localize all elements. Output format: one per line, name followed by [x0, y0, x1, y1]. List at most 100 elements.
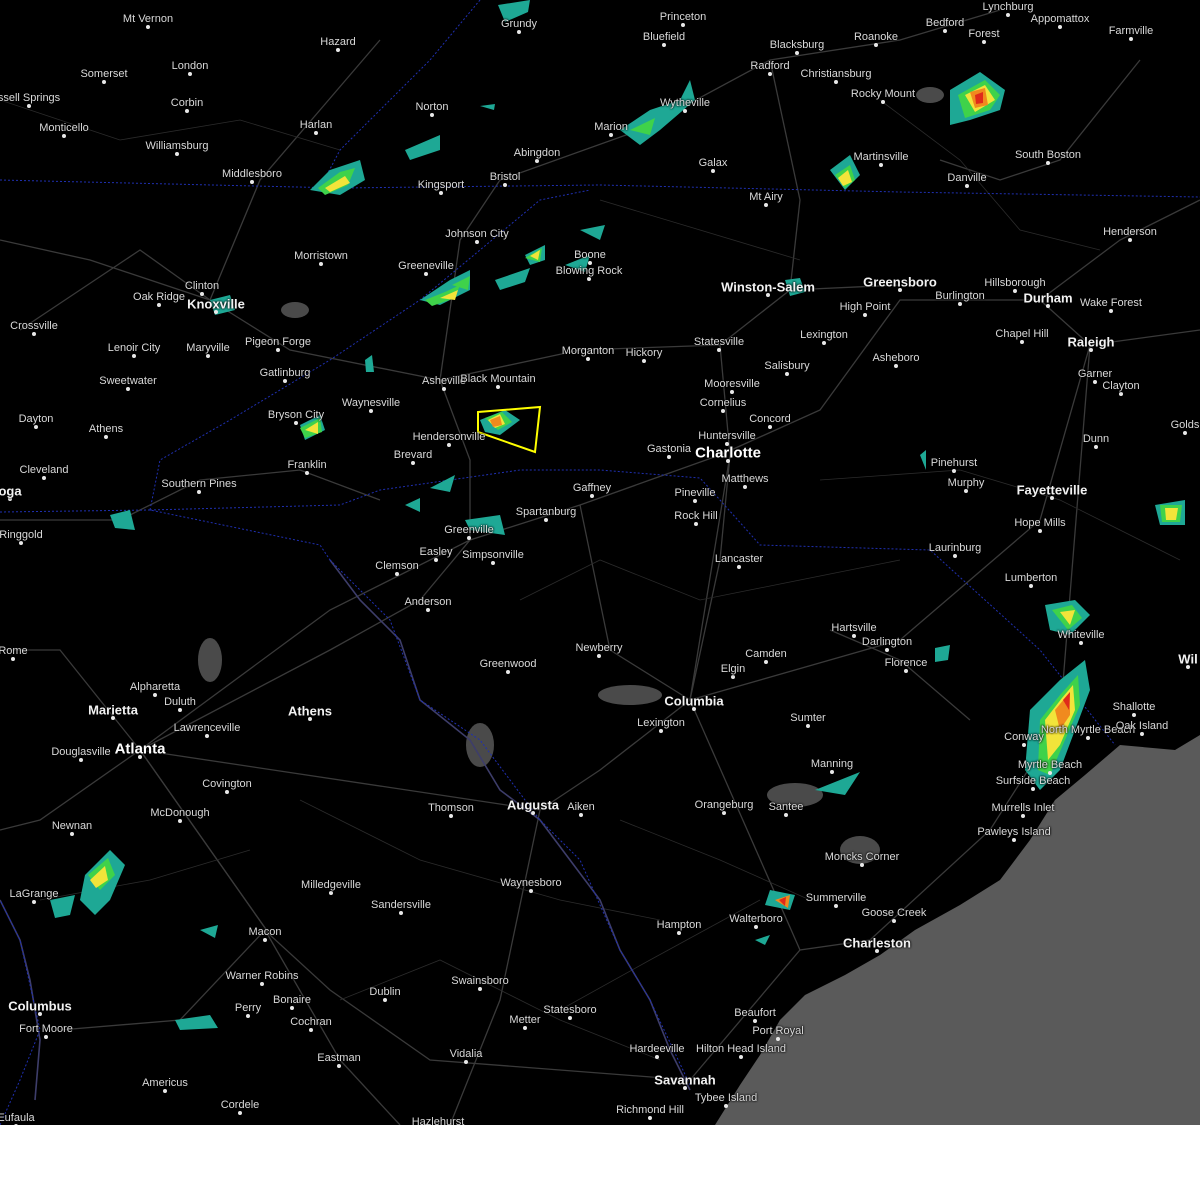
city-label: Metter	[509, 1014, 541, 1026]
city-label: Myrtle Beach	[1017, 759, 1083, 771]
city-dot	[467, 536, 471, 540]
city-label: Sumter	[790, 712, 826, 724]
city-label: McDonough	[150, 807, 210, 819]
city-label: Greensboro	[863, 274, 937, 290]
city-label: Princeton	[659, 11, 707, 23]
city-label: Forest	[968, 28, 1000, 40]
city-label: Waynesville	[341, 397, 401, 409]
city-dot	[693, 499, 697, 503]
city-dot	[1038, 529, 1042, 533]
city-label: Maryville	[186, 342, 230, 354]
city-dot	[852, 634, 856, 638]
city-dot	[132, 354, 136, 358]
city-label: Farmville	[1108, 25, 1154, 37]
city-label: Dublin	[369, 986, 401, 998]
city-label: Hampton	[656, 919, 702, 931]
city-dot	[250, 180, 254, 184]
city-dot	[491, 561, 495, 565]
city-label: Knoxville	[187, 296, 245, 312]
city-label: Mooresville	[704, 378, 760, 390]
city-label: Charleston	[843, 935, 911, 951]
city-label: Radford	[750, 60, 790, 72]
city-dot	[597, 654, 601, 658]
city-label: High Point	[839, 301, 891, 313]
city-label: Cornelius	[699, 397, 747, 409]
city-label: Simpsonville	[462, 549, 524, 561]
city-dot	[834, 80, 838, 84]
city-label: Mt Airy	[749, 191, 783, 203]
city-dot	[126, 387, 130, 391]
city-label: Wake Forest	[1080, 297, 1142, 309]
city-label: Walterboro	[729, 913, 783, 925]
city-dot	[79, 758, 83, 762]
city-label: Rock Hill	[674, 510, 718, 522]
city-label: Manning	[810, 758, 854, 770]
city-label: Moncks Corner	[824, 851, 900, 863]
city-label: Goose Creek	[861, 907, 927, 919]
city-label: Pinehurst	[930, 457, 978, 469]
city-dot	[383, 998, 387, 1002]
city-dot	[305, 471, 309, 475]
city-label: oga	[0, 483, 22, 499]
city-dot	[238, 1111, 242, 1115]
city-label: Americus	[142, 1077, 188, 1089]
city-label: Christiansburg	[800, 68, 872, 80]
city-dot	[1013, 289, 1017, 293]
city-label: Richmond Hill	[616, 1104, 684, 1116]
city-label: Rocky Mount	[850, 88, 916, 100]
city-dot	[399, 911, 403, 915]
city-label: Athens	[287, 703, 333, 719]
city-dot	[964, 489, 968, 493]
city-dot	[1119, 392, 1123, 396]
city-label: Asheboro	[872, 352, 920, 364]
city-label: Elgin	[720, 663, 746, 675]
city-dot	[753, 1019, 757, 1023]
city-dot	[730, 390, 734, 394]
city-dot	[11, 657, 15, 661]
city-label: Eastman	[317, 1052, 361, 1064]
radar-map[interactable]: Mt Vernon Hazard Grundy Princeton Bluefield L…	[0, 0, 1200, 1125]
city-label: Grundy	[500, 18, 538, 30]
city-dot	[754, 925, 758, 929]
city-label: Galax	[698, 157, 728, 169]
city-label: Kingsport	[417, 179, 465, 191]
city-dot	[609, 133, 613, 137]
city-label: Hazlehurst	[411, 1116, 465, 1125]
city-label: Macon	[248, 926, 282, 938]
city-dot	[449, 814, 453, 818]
city-dot	[1022, 743, 1026, 747]
footer-blank	[0, 1125, 1200, 1200]
city-dot	[442, 387, 446, 391]
city-dot	[464, 1060, 468, 1064]
city-label: Vidalia	[449, 1048, 483, 1060]
city-dot	[535, 159, 539, 163]
city-label: Newberry	[575, 642, 623, 654]
city-dot	[434, 558, 438, 562]
city-label: Sandersville	[371, 899, 431, 911]
city-label: Milledgeville	[301, 879, 361, 891]
map-base-layer	[0, 0, 1200, 1125]
city-label: Norton	[415, 101, 449, 113]
city-dot	[1086, 736, 1090, 740]
city-label: Murphy	[947, 477, 985, 489]
city-label: Surfside Beach	[995, 775, 1071, 787]
city-dot	[276, 348, 280, 352]
city-label: Lumberton	[1004, 572, 1058, 584]
city-dot	[153, 693, 157, 697]
city-dot	[892, 919, 896, 923]
city-dot	[642, 359, 646, 363]
city-label: Perry	[234, 1002, 262, 1014]
city-dot	[1006, 13, 1010, 17]
city-dot	[1094, 445, 1098, 449]
city-dot	[1140, 732, 1144, 736]
city-dot	[205, 734, 209, 738]
city-dot	[768, 72, 772, 76]
city-dot	[795, 51, 799, 55]
city-label: Thomson	[428, 802, 474, 814]
city-label: Warner Robins	[225, 970, 299, 982]
city-dot	[717, 348, 721, 352]
city-label: Greeneville	[398, 260, 454, 272]
city-label: Sweetwater	[99, 375, 157, 387]
city-label: Hope Mills	[1014, 517, 1066, 529]
city-label: Douglasville	[51, 746, 111, 758]
